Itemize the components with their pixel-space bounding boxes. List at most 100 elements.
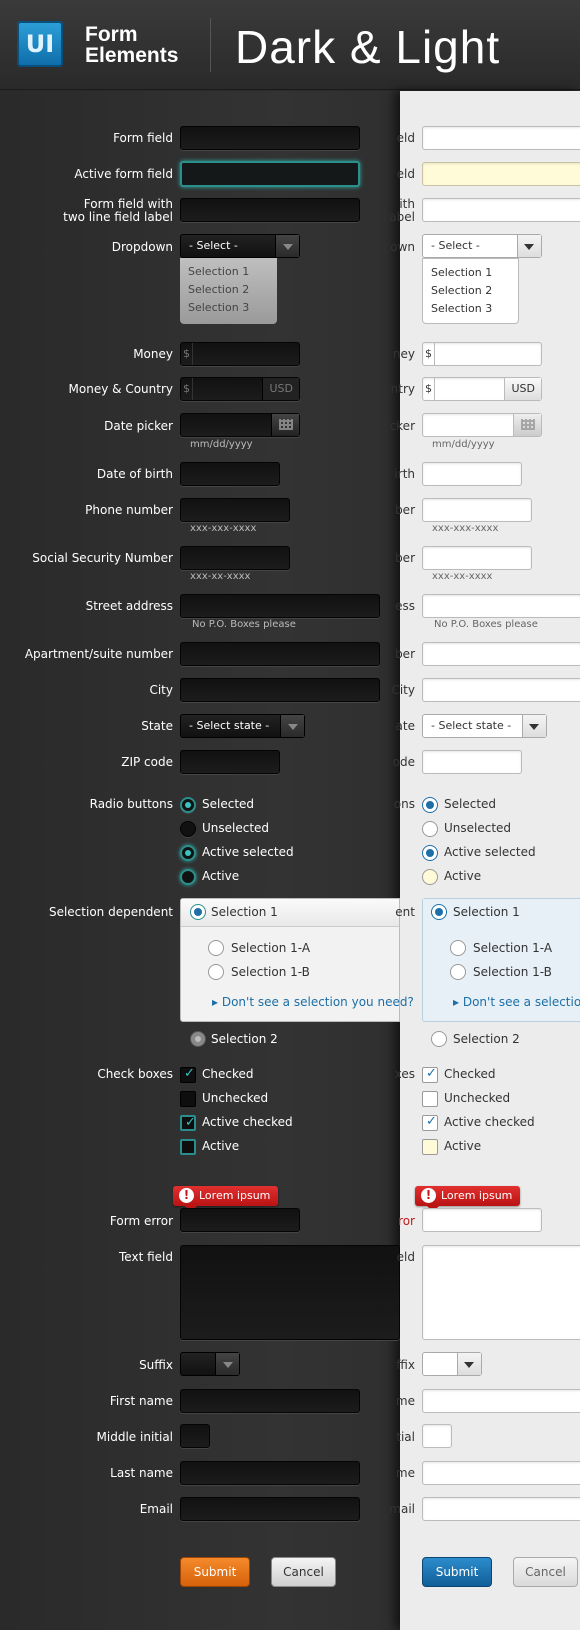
light-radio-selection-1a[interactable] (450, 940, 466, 956)
light-date-picker-input[interactable] (422, 413, 542, 437)
label-money-country: Money & Country (68, 382, 173, 396)
light-street-input[interactable] (422, 594, 580, 618)
light-checkbox-checked[interactable]: ✓ (422, 1066, 438, 1083)
chevron-down-icon[interactable] (517, 235, 541, 257)
light-first-name-input[interactable] (422, 1389, 580, 1413)
date-hint: mm/dd/yyyy (190, 439, 253, 450)
date-picker-input[interactable] (180, 413, 300, 437)
light-money-input[interactable]: $ (422, 342, 542, 366)
checkbox-active[interactable] (180, 1139, 196, 1155)
chevron-down-icon[interactable] (280, 715, 304, 737)
calendar-icon[interactable] (513, 414, 541, 436)
light-radio-active[interactable] (422, 869, 438, 885)
first-name-input[interactable] (180, 1389, 360, 1413)
light-text-field-textarea[interactable] (422, 1245, 580, 1340)
chevron-down-icon[interactable] (275, 235, 299, 257)
dropdown-option[interactable]: Selection 2 (431, 282, 510, 300)
two-line-input[interactable] (180, 198, 360, 222)
light-checkbox-unchecked[interactable] (422, 1091, 438, 1107)
light-ssn-input[interactable] (422, 546, 532, 570)
checkbox-checked[interactable]: ✓ (180, 1066, 196, 1083)
light-radio-selection-1b[interactable] (450, 964, 466, 980)
light-money-country-input[interactable]: $ USD (422, 377, 542, 401)
text-field-textarea[interactable] (180, 1245, 400, 1340)
light-city-input[interactable] (422, 678, 580, 702)
dropdown-option[interactable]: Selection 2 (188, 281, 269, 299)
light-checkbox-active[interactable] (422, 1139, 438, 1155)
light-label-text-field: eld (396, 1250, 415, 1264)
state-select[interactable]: - Select state - (180, 714, 305, 738)
light-phone-input[interactable] (422, 498, 532, 522)
light-radio-unselected[interactable] (422, 821, 438, 837)
label-dropdown: Dropdown (111, 240, 173, 254)
light-label-two-line-2: abel (389, 210, 415, 224)
zip-input[interactable] (180, 750, 280, 774)
light-radio-selection-2[interactable] (431, 1031, 447, 1047)
light-submit-button[interactable]: Submit (422, 1557, 492, 1587)
light-radio-selected[interactable] (422, 797, 438, 813)
active-form-field-input[interactable] (180, 161, 360, 187)
light-suffix-select[interactable] (422, 1352, 482, 1376)
light-two-line-input[interactable] (422, 198, 580, 222)
light-checkbox-active-checked[interactable]: ✓ (422, 1114, 438, 1131)
radio-selection-1[interactable] (190, 904, 206, 920)
radio-selection-1a[interactable] (208, 940, 224, 956)
form-error-input[interactable] (180, 1208, 300, 1232)
dropdown-value: - Select - (189, 239, 238, 252)
light-cancel-button[interactable]: Cancel (513, 1557, 578, 1587)
light-active-form-field-input[interactable] (422, 162, 580, 186)
apt-input[interactable] (180, 642, 380, 666)
money-country-input[interactable]: $ USD (180, 377, 300, 401)
dob-input[interactable] (180, 462, 280, 486)
light-form-field-input[interactable] (422, 126, 580, 150)
street-input[interactable] (180, 594, 380, 618)
light-missing-selection-link[interactable]: ▸ Don't see a selection y (453, 995, 580, 1009)
light-state-select[interactable]: - Select state - (422, 714, 547, 738)
light-dropdown-select[interactable]: - Select - (422, 234, 542, 258)
chevron-down-icon[interactable] (522, 715, 546, 737)
submit-button[interactable]: Submit (180, 1557, 250, 1587)
checkbox-unchecked[interactable] (180, 1091, 196, 1107)
radio-active[interactable] (180, 869, 196, 885)
checkbox-label: Unchecked (444, 1091, 511, 1105)
radio-selection-1b[interactable] (208, 964, 224, 980)
light-form-error-input[interactable] (422, 1208, 542, 1232)
radio-unselected[interactable] (180, 821, 196, 837)
email-input[interactable] (180, 1497, 360, 1521)
chevron-down-icon[interactable] (457, 1353, 481, 1375)
money-input[interactable]: $ (180, 342, 300, 366)
ssn-input[interactable] (180, 546, 290, 570)
dropdown-option[interactable]: Selection 1 (188, 263, 269, 281)
light-middle-initial-input[interactable] (422, 1424, 452, 1448)
suffix-select[interactable] (180, 1352, 240, 1376)
label-form-field: Form field (113, 131, 173, 145)
calendar-icon[interactable] (271, 414, 299, 436)
chevron-down-icon[interactable] (215, 1353, 239, 1375)
radio-selected[interactable] (180, 797, 196, 813)
phone-input[interactable] (180, 498, 290, 522)
radio-active-selected[interactable] (180, 845, 196, 861)
dropdown-option[interactable]: Selection 1 (431, 264, 510, 282)
city-input[interactable] (180, 678, 380, 702)
light-radio-active-selected[interactable] (422, 845, 438, 861)
dropdown-select[interactable]: - Select - (180, 234, 300, 258)
form-field-input[interactable] (180, 126, 360, 150)
light-zip-input[interactable] (422, 750, 522, 774)
light-email-input[interactable] (422, 1497, 580, 1521)
missing-selection-link[interactable]: ▸ Don't see a selection you need? (212, 995, 414, 1009)
cancel-button[interactable]: Cancel (271, 1557, 336, 1587)
label-state: State (141, 719, 173, 733)
light-radio-selection-1[interactable] (431, 904, 447, 920)
dropdown-option[interactable]: Selection 3 (431, 300, 510, 318)
light-last-name-input[interactable] (422, 1461, 580, 1485)
light-apt-input[interactable] (422, 642, 580, 666)
checkbox-active-checked[interactable]: ✓ (180, 1115, 196, 1131)
last-name-input[interactable] (180, 1461, 360, 1485)
middle-initial-input[interactable] (180, 1424, 210, 1448)
light-selection-1-label: Selection 1 (453, 905, 520, 919)
dropdown-option[interactable]: Selection 3 (188, 299, 269, 317)
label-date-picker: Date picker (104, 419, 173, 433)
radio-selection-2[interactable] (190, 1031, 206, 1047)
light-dob-input[interactable] (422, 462, 522, 486)
ui-logo: UI (17, 21, 63, 67)
